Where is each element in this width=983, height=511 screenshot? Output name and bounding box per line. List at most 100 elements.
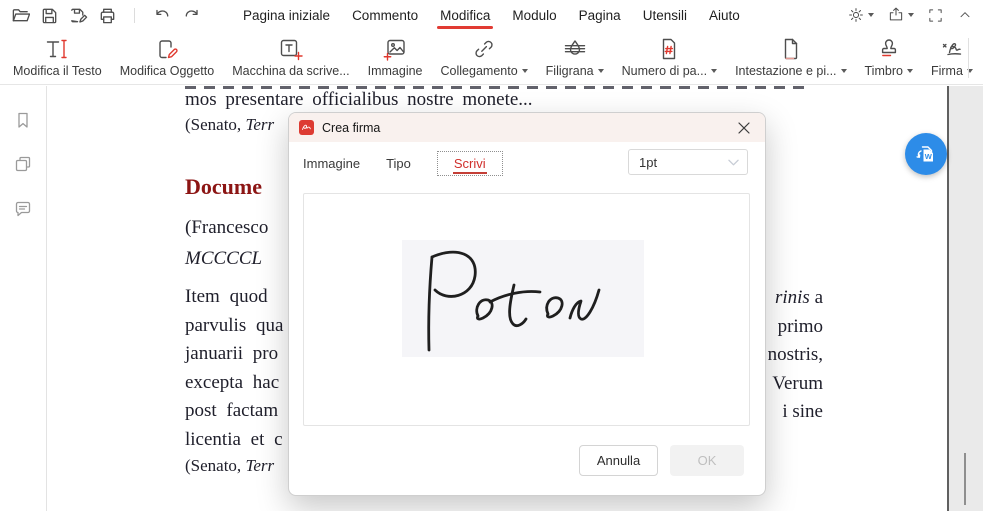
- ribbon-separator: [968, 38, 969, 78]
- signature-preview: [402, 240, 644, 357]
- toolbar-typewriter[interactable]: Macchina da scrive...: [223, 36, 358, 78]
- fullscreen-button[interactable]: [927, 7, 944, 24]
- tab-scrivi[interactable]: Scrivi: [436, 150, 503, 176]
- word-convert-icon: W: [916, 146, 933, 162]
- add-image-icon: [383, 36, 408, 61]
- toolbar-item-label: Macchina da scrive...: [232, 64, 350, 78]
- handwritten-signature: [427, 250, 601, 352]
- dialog-title: Crea firma: [322, 120, 381, 135]
- toolbar-edit-text[interactable]: Modifica il Testo: [4, 36, 111, 78]
- stamp-icon: [877, 36, 901, 61]
- save-icon: [42, 8, 56, 23]
- share-icon: [889, 7, 903, 21]
- quick-access-toolbar: [0, 5, 201, 25]
- menu-item-aiuto[interactable]: Aiuto: [709, 0, 740, 30]
- menu-bar: Pagina iniziale Commento Modifica Modulo…: [0, 0, 983, 30]
- caret-down-icon: [868, 13, 874, 17]
- toolbar-item-label: Numero di pa...: [621, 64, 708, 78]
- menu-item-commento[interactable]: Commento: [352, 0, 418, 30]
- theme-button[interactable]: [847, 6, 874, 24]
- toolbar-page-number[interactable]: Numero di pa...: [613, 36, 726, 78]
- toolbar-watermark[interactable]: Filigrana: [537, 36, 613, 78]
- menu-item-modulo[interactable]: Modulo: [512, 0, 556, 30]
- doc-line: (Francesco: [185, 217, 269, 238]
- navigation-sidebar: [0, 86, 47, 511]
- bookmarks-icon[interactable]: [13, 110, 33, 130]
- page-number-icon: [657, 36, 681, 61]
- comments-icon[interactable]: [13, 198, 33, 218]
- sun-icon: [849, 8, 863, 22]
- stroke-width-select[interactable]: 1pt: [628, 149, 748, 175]
- cancel-button[interactable]: Annulla: [579, 445, 658, 476]
- tab-immagine[interactable]: Immagine: [303, 156, 360, 171]
- toolbar-add-image[interactable]: Immagine: [359, 36, 432, 78]
- toolbar-item-label: Collegamento: [440, 64, 518, 78]
- caret-down-icon: [711, 69, 718, 73]
- doc-line: mos presentare officialibus nostre monet…: [185, 89, 533, 110]
- signature-icon: [939, 36, 965, 61]
- header-footer-icon: [779, 36, 803, 61]
- toolbar-signature[interactable]: Firma: [922, 36, 982, 78]
- pdf-editor-window: Pagina iniziale Commento Modifica Modulo…: [0, 0, 983, 511]
- window-controls: [847, 0, 973, 30]
- undo-button[interactable]: [152, 5, 172, 25]
- menu-item-modifica[interactable]: Modifica: [437, 0, 494, 30]
- toolbar-item-label: Filigrana: [545, 64, 594, 78]
- menu-item-pagina[interactable]: Pagina: [579, 0, 621, 30]
- open-file-button[interactable]: [10, 5, 30, 25]
- menu-item-utensili[interactable]: Utensili: [643, 0, 687, 30]
- svg-text:W: W: [925, 152, 933, 161]
- scrollbar-track: [949, 86, 983, 511]
- doc-paragraph-left: Item quod parvulis qua januarii pro exce…: [185, 286, 284, 450]
- caret-down-icon: [906, 69, 913, 73]
- print-button[interactable]: [97, 5, 117, 25]
- toolbar-header-footer[interactable]: Intestazione e pi...: [726, 36, 855, 78]
- typewriter-icon: [278, 36, 304, 61]
- undo-icon: [155, 9, 168, 17]
- ok-button[interactable]: OK: [670, 445, 744, 476]
- caret-down-icon: [597, 69, 604, 73]
- save-button[interactable]: [39, 5, 59, 25]
- create-signature-dialog: Crea firma Immagine Tipo Scrivi 1pt Annu…: [288, 112, 766, 496]
- link-icon: [472, 36, 496, 61]
- open-folder-icon: [12, 8, 30, 21]
- tab-tipo[interactable]: Tipo: [386, 156, 411, 171]
- doc-line: MCCCCL: [185, 248, 263, 269]
- toolbar-link[interactable]: Collegamento: [432, 36, 537, 78]
- toolbar-item-label: Timbro: [864, 64, 903, 78]
- page-thumbnails-icon[interactable]: [13, 154, 33, 174]
- signature-mode-tabs: Immagine Tipo Scrivi: [303, 149, 503, 177]
- dialog-titlebar[interactable]: Crea firma: [289, 113, 765, 142]
- close-icon: [738, 121, 750, 134]
- doc-citation: (Senato, Terr: [185, 115, 275, 134]
- watermark-icon: [563, 36, 587, 61]
- convert-to-word-button[interactable]: W: [905, 133, 947, 175]
- share-button[interactable]: [887, 6, 914, 24]
- toolbar-divider: [134, 7, 135, 23]
- caret-down-icon: [908, 13, 914, 17]
- close-dialog-button[interactable]: [733, 117, 755, 139]
- edit-object-icon: [155, 36, 179, 61]
- collapse-ribbon-button[interactable]: [957, 7, 973, 23]
- menu-item-pagina-iniziale[interactable]: Pagina iniziale: [243, 0, 330, 30]
- caret-down-icon: [840, 69, 847, 73]
- save-as-button[interactable]: [68, 5, 88, 25]
- doc-heading: Docume: [185, 174, 262, 199]
- toolbar-item-label: Modifica il Testo: [13, 64, 102, 78]
- signature-draw-canvas[interactable]: [303, 193, 750, 426]
- redo-button[interactable]: [181, 5, 201, 25]
- scrollbar-thumb[interactable]: [964, 453, 966, 505]
- save-as-icon: [70, 8, 87, 23]
- print-icon: [100, 8, 114, 23]
- toolbar-stamp[interactable]: Timbro: [856, 36, 922, 78]
- chevron-up-icon: [960, 12, 970, 18]
- fullscreen-icon: [929, 8, 942, 22]
- doc-paragraph-right: rinis a primo nostris, Verum i sine: [767, 287, 823, 423]
- toolbar-item-label: Intestazione e pi...: [735, 64, 837, 78]
- main-menu: Pagina iniziale Commento Modifica Modulo…: [243, 0, 740, 30]
- toolbar-item-label: Immagine: [367, 64, 423, 78]
- chevron-down-icon: [728, 159, 739, 166]
- caret-down-icon: [521, 69, 528, 73]
- stroke-width-value: 1pt: [639, 154, 658, 170]
- toolbar-edit-object[interactable]: Modifica Oggetto: [111, 36, 224, 78]
